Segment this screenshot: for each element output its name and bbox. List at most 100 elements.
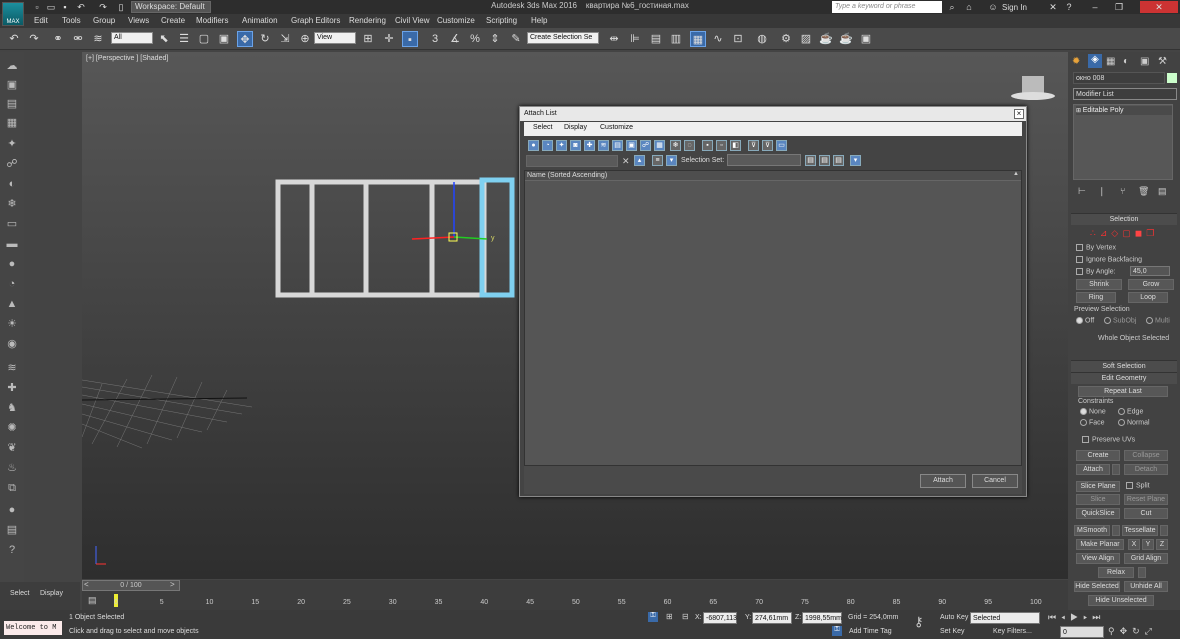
scene-list-icon[interactable]: ▤: [4, 96, 20, 112]
relax-button[interactable]: Relax: [1098, 567, 1134, 578]
unlink-icon[interactable]: ⚮: [70, 31, 86, 47]
constraint-face-radio[interactable]: Face: [1080, 419, 1105, 426]
selection-set-icon[interactable]: ▾: [666, 155, 677, 166]
layers-icon[interactable]: ▤: [4, 522, 20, 538]
next-frame-icon[interactable]: >: [170, 580, 175, 589]
msmooth-button[interactable]: MSmooth: [1074, 525, 1110, 536]
ball-icon[interactable]: ●: [4, 502, 20, 518]
save-file-icon[interactable]: ▪: [58, 1, 72, 13]
bone-icon[interactable]: ☍: [4, 156, 20, 172]
object-name-field[interactable]: окно 008: [1073, 72, 1165, 84]
cut-button[interactable]: Cut: [1124, 508, 1168, 519]
curve-editor-icon[interactable]: ∿: [710, 31, 726, 47]
hair-icon[interactable]: ≋: [4, 360, 20, 376]
attach-list-button[interactable]: [1112, 464, 1120, 475]
hide-selected-button[interactable]: Hide Selected: [1074, 581, 1120, 592]
menu-group[interactable]: Group: [93, 16, 115, 25]
viewport-nav-controls[interactable]: ⚲✥↻⤢: [1108, 626, 1157, 637]
soft-selection-rollout-header[interactable]: Soft Selection: [1071, 360, 1177, 372]
layers-icon[interactable]: ≡: [652, 155, 663, 166]
rendered-frame-icon[interactable]: ▨: [798, 31, 814, 47]
box-icon[interactable]: ▭: [4, 216, 20, 232]
material-editor-icon[interactable]: ◍: [754, 31, 770, 47]
angle-snap-icon[interactable]: ∡: [447, 31, 463, 47]
tessellate-settings-button[interactable]: [1160, 525, 1168, 536]
camera-icon[interactable]: ◔: [4, 276, 20, 292]
split-checkbox[interactable]: Split: [1126, 482, 1150, 489]
menu-create[interactable]: Create: [161, 16, 185, 25]
layer-explorer-icon[interactable]: ▤: [648, 31, 664, 47]
select-none-icon[interactable]: ▫: [716, 140, 727, 151]
display-tab-icon[interactable]: ▣: [1140, 56, 1149, 67]
filter-cameras-icon[interactable]: ◙: [570, 140, 581, 151]
subscription-icon[interactable]: ⌂: [962, 1, 976, 13]
open-file-icon[interactable]: ▭: [44, 1, 58, 13]
help-circle-icon[interactable]: ?: [4, 542, 20, 558]
edit-geometry-rollout-header[interactable]: Edit Geometry: [1071, 372, 1177, 384]
by-vertex-checkbox[interactable]: By Vertex: [1076, 244, 1116, 251]
clear-search-icon[interactable]: ✕: [622, 156, 630, 167]
workspace-dropdown[interactable]: Workspace: Default: [131, 1, 211, 13]
filter-lights-icon[interactable]: ✦: [556, 140, 567, 151]
tab-select[interactable]: Select: [10, 590, 29, 597]
search-icon[interactable]: ⌕: [945, 1, 959, 13]
sort-ascending-icon[interactable]: ▲: [1013, 171, 1019, 177]
hide-unselected-button[interactable]: Hide Unselected: [1088, 595, 1154, 606]
subobject-level-icons[interactable]: ∴⊿◇▢◼❒: [1090, 228, 1158, 239]
motion-tab-icon[interactable]: ◐: [1123, 56, 1129, 67]
keyboard-shortcut-toggle-icon[interactable]: ▪: [402, 31, 418, 47]
modify-tab-icon[interactable]: ◈: [1088, 54, 1102, 68]
show-end-result-icon[interactable]: ❘: [1098, 186, 1106, 197]
shrink-button[interactable]: Shrink: [1076, 279, 1122, 290]
display-icon[interactable]: ▣: [4, 77, 20, 93]
planar-y-button[interactable]: Y: [1142, 539, 1154, 550]
menu-modifiers[interactable]: Modifiers: [196, 16, 228, 25]
filter-containers-icon[interactable]: ▦: [654, 140, 665, 151]
z-coord-field[interactable]: 1998,55mm: [802, 612, 842, 624]
spinner-snap-icon[interactable]: ⇕: [487, 31, 503, 47]
snaps-toggle-icon[interactable]: 3: [427, 31, 443, 47]
create-tab-icon[interactable]: ✹: [1072, 56, 1080, 67]
light-icon[interactable]: ✦: [4, 136, 20, 152]
sign-in-link[interactable]: Sign In: [1002, 3, 1027, 12]
filter-geometry-icon[interactable]: ●: [528, 140, 539, 151]
cone-icon[interactable]: ▲: [4, 296, 20, 312]
viewport-label[interactable]: [+] [Perspective ] [Shaded]: [86, 55, 168, 62]
detach-button[interactable]: Detach: [1124, 464, 1168, 475]
angle-spinner[interactable]: 45,0: [1130, 266, 1170, 276]
utilities-tab-icon[interactable]: ⚒: [1158, 56, 1167, 67]
project-folder-icon[interactable]: ▯: [114, 1, 128, 13]
edit-named-selection-icon[interactable]: ✎: [508, 31, 524, 47]
key-filters-button[interactable]: Key Filters...: [993, 628, 1032, 635]
repeat-last-button[interactable]: Repeat Last: [1078, 386, 1168, 397]
add-time-tag-button[interactable]: Add Time Tag: [849, 628, 892, 635]
filter-bones-icon[interactable]: ☍: [640, 140, 651, 151]
filter-shapes-icon[interactable]: ◔: [542, 140, 553, 151]
app-menu-button[interactable]: MAX: [2, 2, 24, 26]
preview-off-radio[interactable]: Off: [1076, 317, 1094, 324]
window-crossing-icon[interactable]: ▣: [216, 31, 232, 47]
constraint-none-radio[interactable]: None: [1080, 408, 1106, 415]
make-unique-icon[interactable]: ⑂: [1120, 186, 1125, 196]
filter-hidden-icon[interactable]: ◌: [684, 140, 695, 151]
tessellate-button[interactable]: Tessellate: [1122, 525, 1158, 536]
selection-rollout-header[interactable]: Selection: [1071, 213, 1177, 225]
exchange-icon[interactable]: ✕: [1046, 1, 1060, 13]
remove-modifier-icon[interactable]: 🗑: [1138, 186, 1149, 197]
bone-tool-icon[interactable]: ♞: [4, 400, 20, 416]
sound-icon[interactable]: ◐: [4, 176, 20, 192]
menu-graph-editors[interactable]: Graph Editors: [291, 16, 340, 25]
undo-icon[interactable]: ↶: [74, 1, 88, 13]
loop-button[interactable]: Loop: [1128, 292, 1168, 303]
x-coord-field[interactable]: -6807,113: [703, 612, 737, 624]
schematic-view-icon[interactable]: ⊡: [730, 31, 746, 47]
render-setup-icon[interactable]: ⚙: [778, 31, 794, 47]
help-icon[interactable]: ?: [1062, 1, 1076, 13]
leaf-icon[interactable]: ❦: [4, 440, 20, 456]
filter-spacewarps-icon[interactable]: ≋: [598, 140, 609, 151]
bind-space-warp-icon[interactable]: ≋: [90, 31, 106, 47]
pivot-center-icon[interactable]: ⊞: [360, 31, 376, 47]
filter-funnel-icon[interactable]: ⊽: [748, 140, 759, 151]
menu-edit[interactable]: Edit: [34, 16, 48, 25]
menu-help[interactable]: Help: [531, 16, 547, 25]
